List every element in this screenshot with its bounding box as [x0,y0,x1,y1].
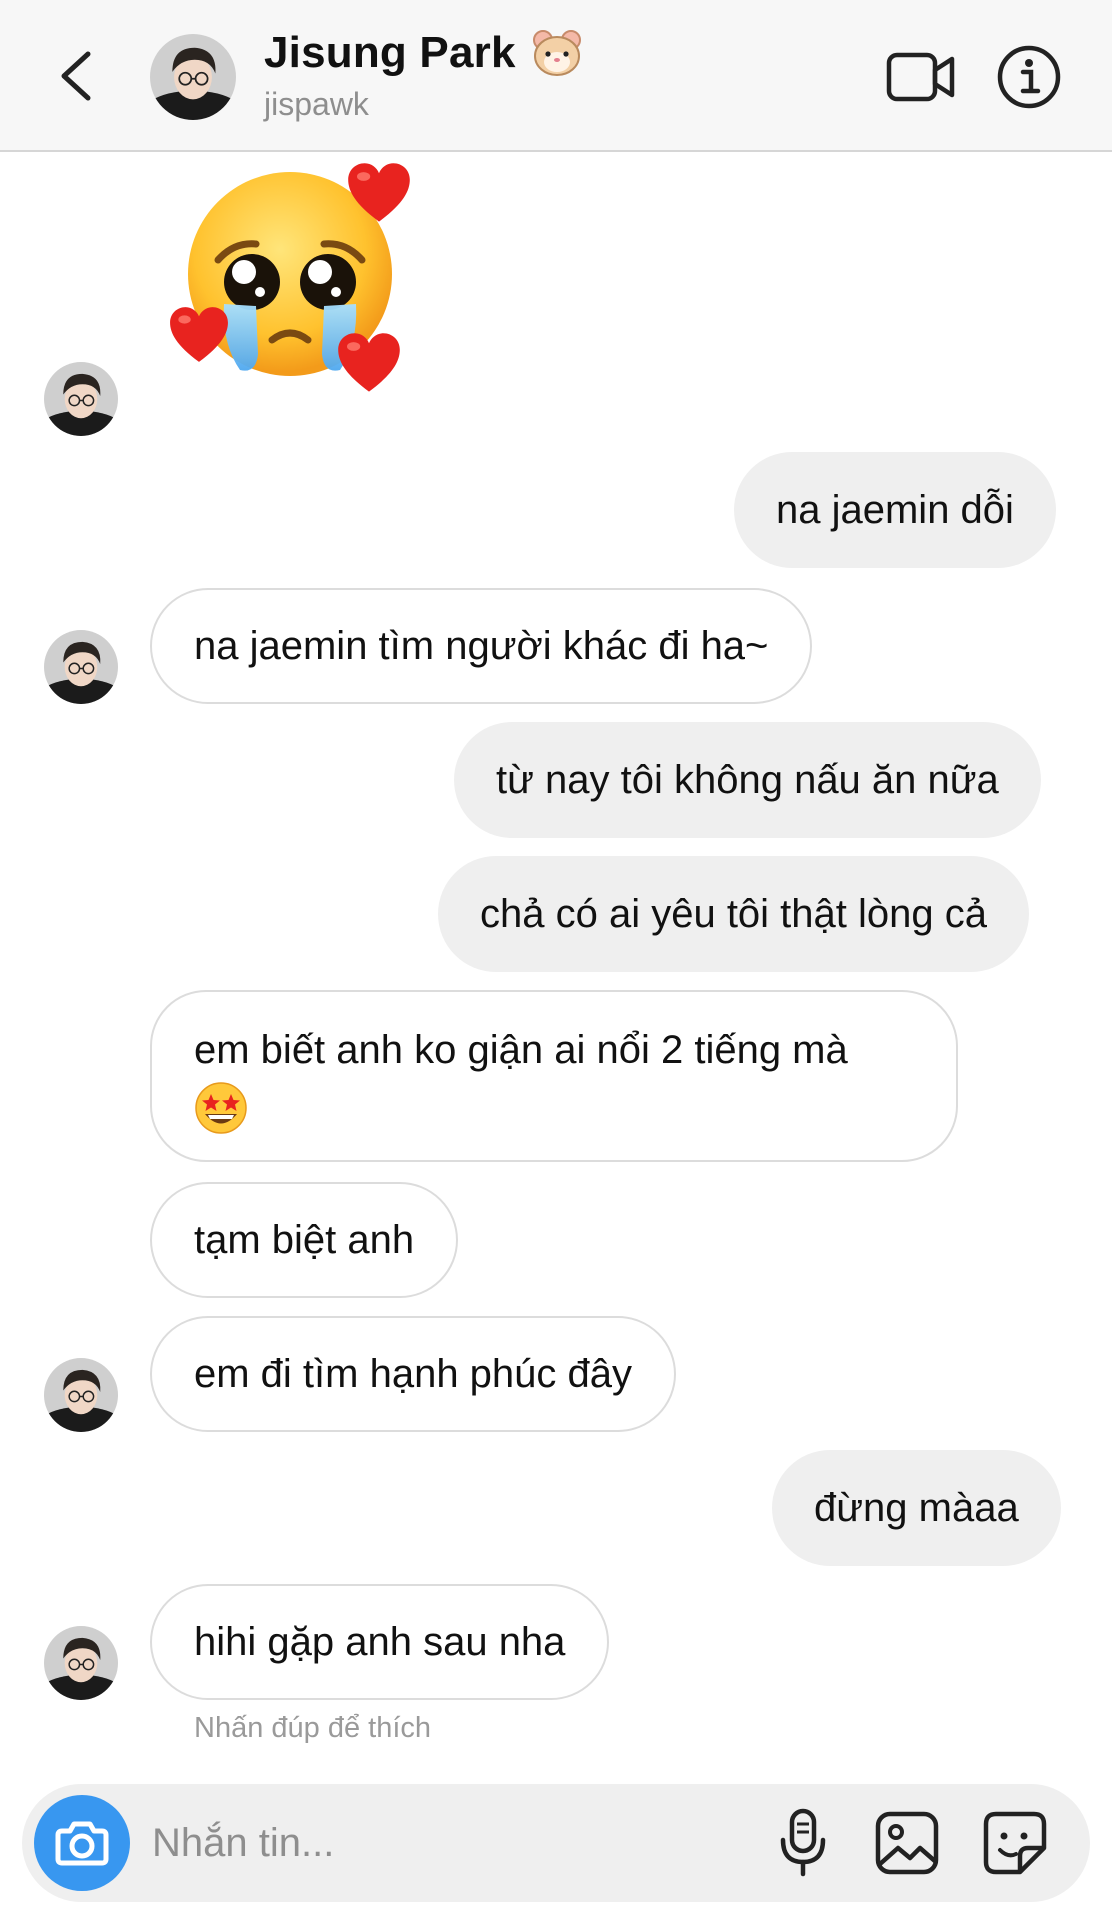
chat-header: Jisung Park jispawk [0,0,1112,152]
avatar[interactable] [44,1626,118,1700]
message-bubble-incoming[interactable]: em biết anh ko giận ai nổi 2 tiếng mà [150,990,958,1162]
heart-icon [346,162,412,224]
image-icon [875,1811,939,1875]
heart-icon [168,306,230,364]
camera-button[interactable] [34,1795,130,1891]
message-text: đừng màaa [814,1486,1019,1530]
message-bubble-incoming[interactable]: hihi gặp anh sau nha [150,1584,610,1700]
contact-username: jispawk [264,86,369,122]
double-tap-hint: Nhấn đúp để thích [194,1712,432,1744]
message-bubble-incoming[interactable]: na jaemin tìm người khác đi ha~ [150,588,813,704]
avatar[interactable] [44,362,118,436]
avatar[interactable] [44,630,118,704]
microphone-icon [780,1808,826,1877]
message-text: na jaemin dỗi [776,488,1014,532]
video-call-button[interactable] [886,50,956,104]
message-bubble-outgoing[interactable]: đừng màaa [772,1450,1061,1566]
contact-name: Jisung Park [264,28,516,77]
sticker-button[interactable] [982,1808,1048,1878]
camera-icon [55,1821,109,1866]
message-text: từ nay tôi không nấu ăn nữa [496,758,999,802]
sticker-icon [983,1811,1047,1875]
conversation-title[interactable]: Jisung Park jispawk [264,28,584,123]
message-text: em biết anh ko giận ai nổi 2 tiếng mà [194,1028,848,1072]
message-text: tạm biệt anh [194,1218,415,1262]
message-text: hihi gặp anh sau nha [194,1620,566,1664]
voice-message-button[interactable] [778,1808,828,1878]
back-button[interactable] [52,44,100,108]
message-bubble-incoming[interactable]: em đi tìm hạnh phúc đây [150,1316,677,1432]
sticker-message[interactable] [160,164,420,404]
avatar[interactable] [150,34,236,120]
star-struck-emoji [195,1082,247,1135]
gallery-button[interactable] [874,1808,940,1878]
message-composer [22,1784,1090,1902]
hamster-icon [532,30,581,76]
info-icon [997,45,1061,109]
message-bubble-outgoing[interactable]: từ nay tôi không nấu ăn nữa [454,722,1041,838]
message-bubble-incoming[interactable]: tạm biệt anh [150,1182,459,1298]
message-input[interactable] [152,1814,752,1872]
info-button[interactable] [996,44,1062,110]
message-bubble-outgoing[interactable]: chả có ai yêu tôi thật lòng cả [438,856,1029,972]
heart-icon [336,332,402,394]
video-camera-icon [886,52,955,102]
message-text: chả có ai yêu tôi thật lòng cả [480,892,987,936]
message-text: na jaemin tìm người khác đi ha~ [194,624,769,668]
avatar[interactable] [44,1358,118,1432]
message-bubble-outgoing[interactable]: na jaemin dỗi [734,452,1056,568]
chevron-left-icon [61,51,91,101]
message-text: em đi tìm hạnh phúc đây [194,1352,633,1396]
